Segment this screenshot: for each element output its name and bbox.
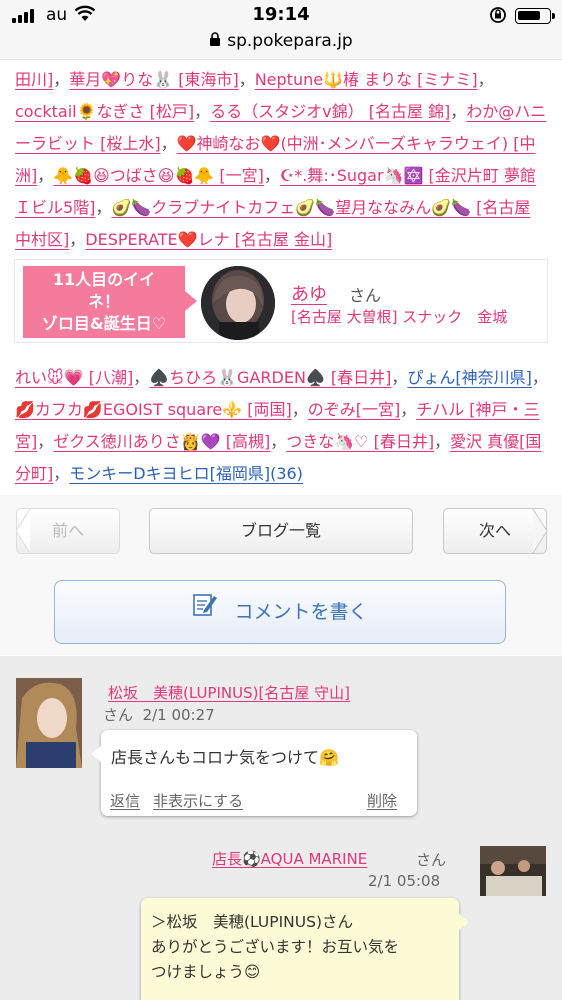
separator: ， (450, 102, 467, 121)
user-link[interactable]: ゼクス徳川ありさ👸💜 [高槻] (53, 432, 270, 451)
iine-user-shop: [名古屋 大曽根] スナック 金城 (291, 308, 508, 326)
separator: ， (263, 166, 280, 185)
commenter-name-link[interactable]: 松坂 美穂(LUPINUS)[名古屋 守山] (108, 682, 350, 703)
iine-badge: 11人目のイイ ネ！ ゾロ目&誕生日♡ (23, 266, 185, 338)
user-link[interactable]: Neptune🔱椿 まりな [ミナミ] (255, 70, 478, 89)
reply-bubble: ＞松坂 美穂(LUPINUS)さん ありがとうございます！お互い気を つけましょ… (141, 898, 469, 1000)
separator: ， (291, 400, 308, 419)
honorific: さん (349, 286, 382, 305)
honorific: さん (416, 851, 447, 869)
user-link[interactable]: ぴょん[神奈川県] (407, 368, 532, 387)
separator: ， (37, 166, 54, 185)
reply-text: ＞松坂 美穂(LUPINUS)さん ありがとうございます！お互い気を つけましょ… (151, 913, 400, 981)
battery-level (518, 11, 540, 20)
badge-line-1: 11人目のイイ (52, 270, 156, 289)
separator: ， (53, 464, 70, 483)
separator: ， (95, 198, 112, 217)
separator: ， (391, 368, 408, 387)
separator: ， (270, 432, 287, 451)
comment-meta: さん 2/1 00:27 (103, 704, 215, 725)
user-link[interactable]: 💋カフカ💋EGOIST square⚜️ [両国] (15, 400, 292, 419)
separator: ， (37, 432, 54, 451)
iine-user-list-bottom: れい🐭💗 [八潮]，♠️ちひろ🐰GARDEN♠️ [春日井]，ぴょん[神奈川県]… (15, 362, 550, 490)
delete-link[interactable]: 削除 (367, 790, 397, 811)
battery-icon (515, 8, 555, 24)
iine-user-list-top: 田川]，華月💖りな🐰 [東海市]，Neptune🔱椿 まりな [ミナミ]，coc… (15, 64, 550, 256)
avatar[interactable] (480, 846, 546, 896)
separator: ， (238, 70, 255, 89)
comment-bubble: 店長さんもコロナ気をつけて🤗 返信 非表示にする 削除 (91, 730, 417, 816)
user-link[interactable]: のぞみ[一宮] (308, 400, 401, 419)
user-link[interactable]: モンキーDキヨヒロ[福岡県](36) (69, 464, 303, 483)
prev-button[interactable]: 前へ (16, 508, 120, 554)
avatar[interactable] (201, 266, 275, 340)
address-bar[interactable]: sp.pokepara.jp (0, 30, 562, 60)
user-link[interactable]: 華月💖りな🐰 [東海市] (69, 70, 238, 89)
blog-list-label: ブログ一覧 (240, 521, 321, 540)
badge-line-2: ネ！ (87, 292, 120, 311)
separator: ， (133, 368, 150, 387)
honorific: さん (103, 706, 134, 724)
hide-link[interactable]: 非表示にする (153, 790, 243, 811)
separator: ， (477, 70, 494, 89)
separator: ， (434, 432, 451, 451)
user-link[interactable]: 🐥🍓😆つばさ😆🍓🐥 [一宮] (53, 166, 264, 185)
separator: ， (194, 102, 211, 121)
user-link[interactable]: cocktail🌻なぎさ [松戸] (15, 102, 194, 121)
write-comment-label: コメントを書く (234, 601, 368, 623)
user-link[interactable]: れい🐭💗 [八潮] (15, 368, 133, 387)
reply-link[interactable]: 返信 (110, 790, 140, 811)
separator: ， (160, 134, 177, 153)
comment-time: 2/1 00:27 (142, 706, 215, 724)
separator: ， (531, 368, 548, 387)
badge-line-3: ゾロ目&誕生日♡ (41, 314, 167, 333)
avatar[interactable] (16, 678, 82, 768)
pencil-icon (192, 580, 218, 642)
separator: ， (400, 400, 417, 419)
comment-time: 2/1 05:08 (368, 872, 441, 890)
user-link[interactable]: つきな🦄♡ [春日井] (286, 432, 434, 451)
comment-text: 店長さんもコロナ気をつけて🤗 (111, 748, 339, 767)
separator: ， (53, 70, 70, 89)
iine-user-name-link[interactable]: あゆ (291, 280, 327, 306)
url-text: sp.pokepara.jp (227, 31, 353, 51)
clock: 19:14 (252, 4, 310, 25)
badge-arrow (185, 291, 197, 311)
user-link[interactable]: 田川] (15, 70, 53, 89)
user-link[interactable]: DESPERATE❤️レナ [名古屋 金山] (85, 230, 332, 249)
rotation-lock-icon (489, 6, 507, 28)
blog-list-button[interactable]: ブログ一覧 (149, 508, 413, 554)
next-button[interactable]: 次へ (443, 508, 547, 554)
iine-highlight-card: 11人目のイイ ネ！ ゾロ目&誕生日♡ あゆ さん [名古屋 大曽根] スナック… (14, 259, 548, 343)
write-comment-button[interactable]: コメントを書く (54, 580, 506, 644)
user-link[interactable]: ♠️ちひろ🐰GARDEN♠️ [春日井] (149, 368, 391, 387)
separator: ， (69, 230, 86, 249)
commenter-name-link[interactable]: 店長⚽AQUA MARINE (212, 848, 367, 869)
status-bar: au 19:14 (0, 0, 562, 30)
user-link[interactable]: るる（スタジオv錦） [名古屋 錦] (210, 102, 450, 121)
lock-icon (209, 31, 221, 51)
